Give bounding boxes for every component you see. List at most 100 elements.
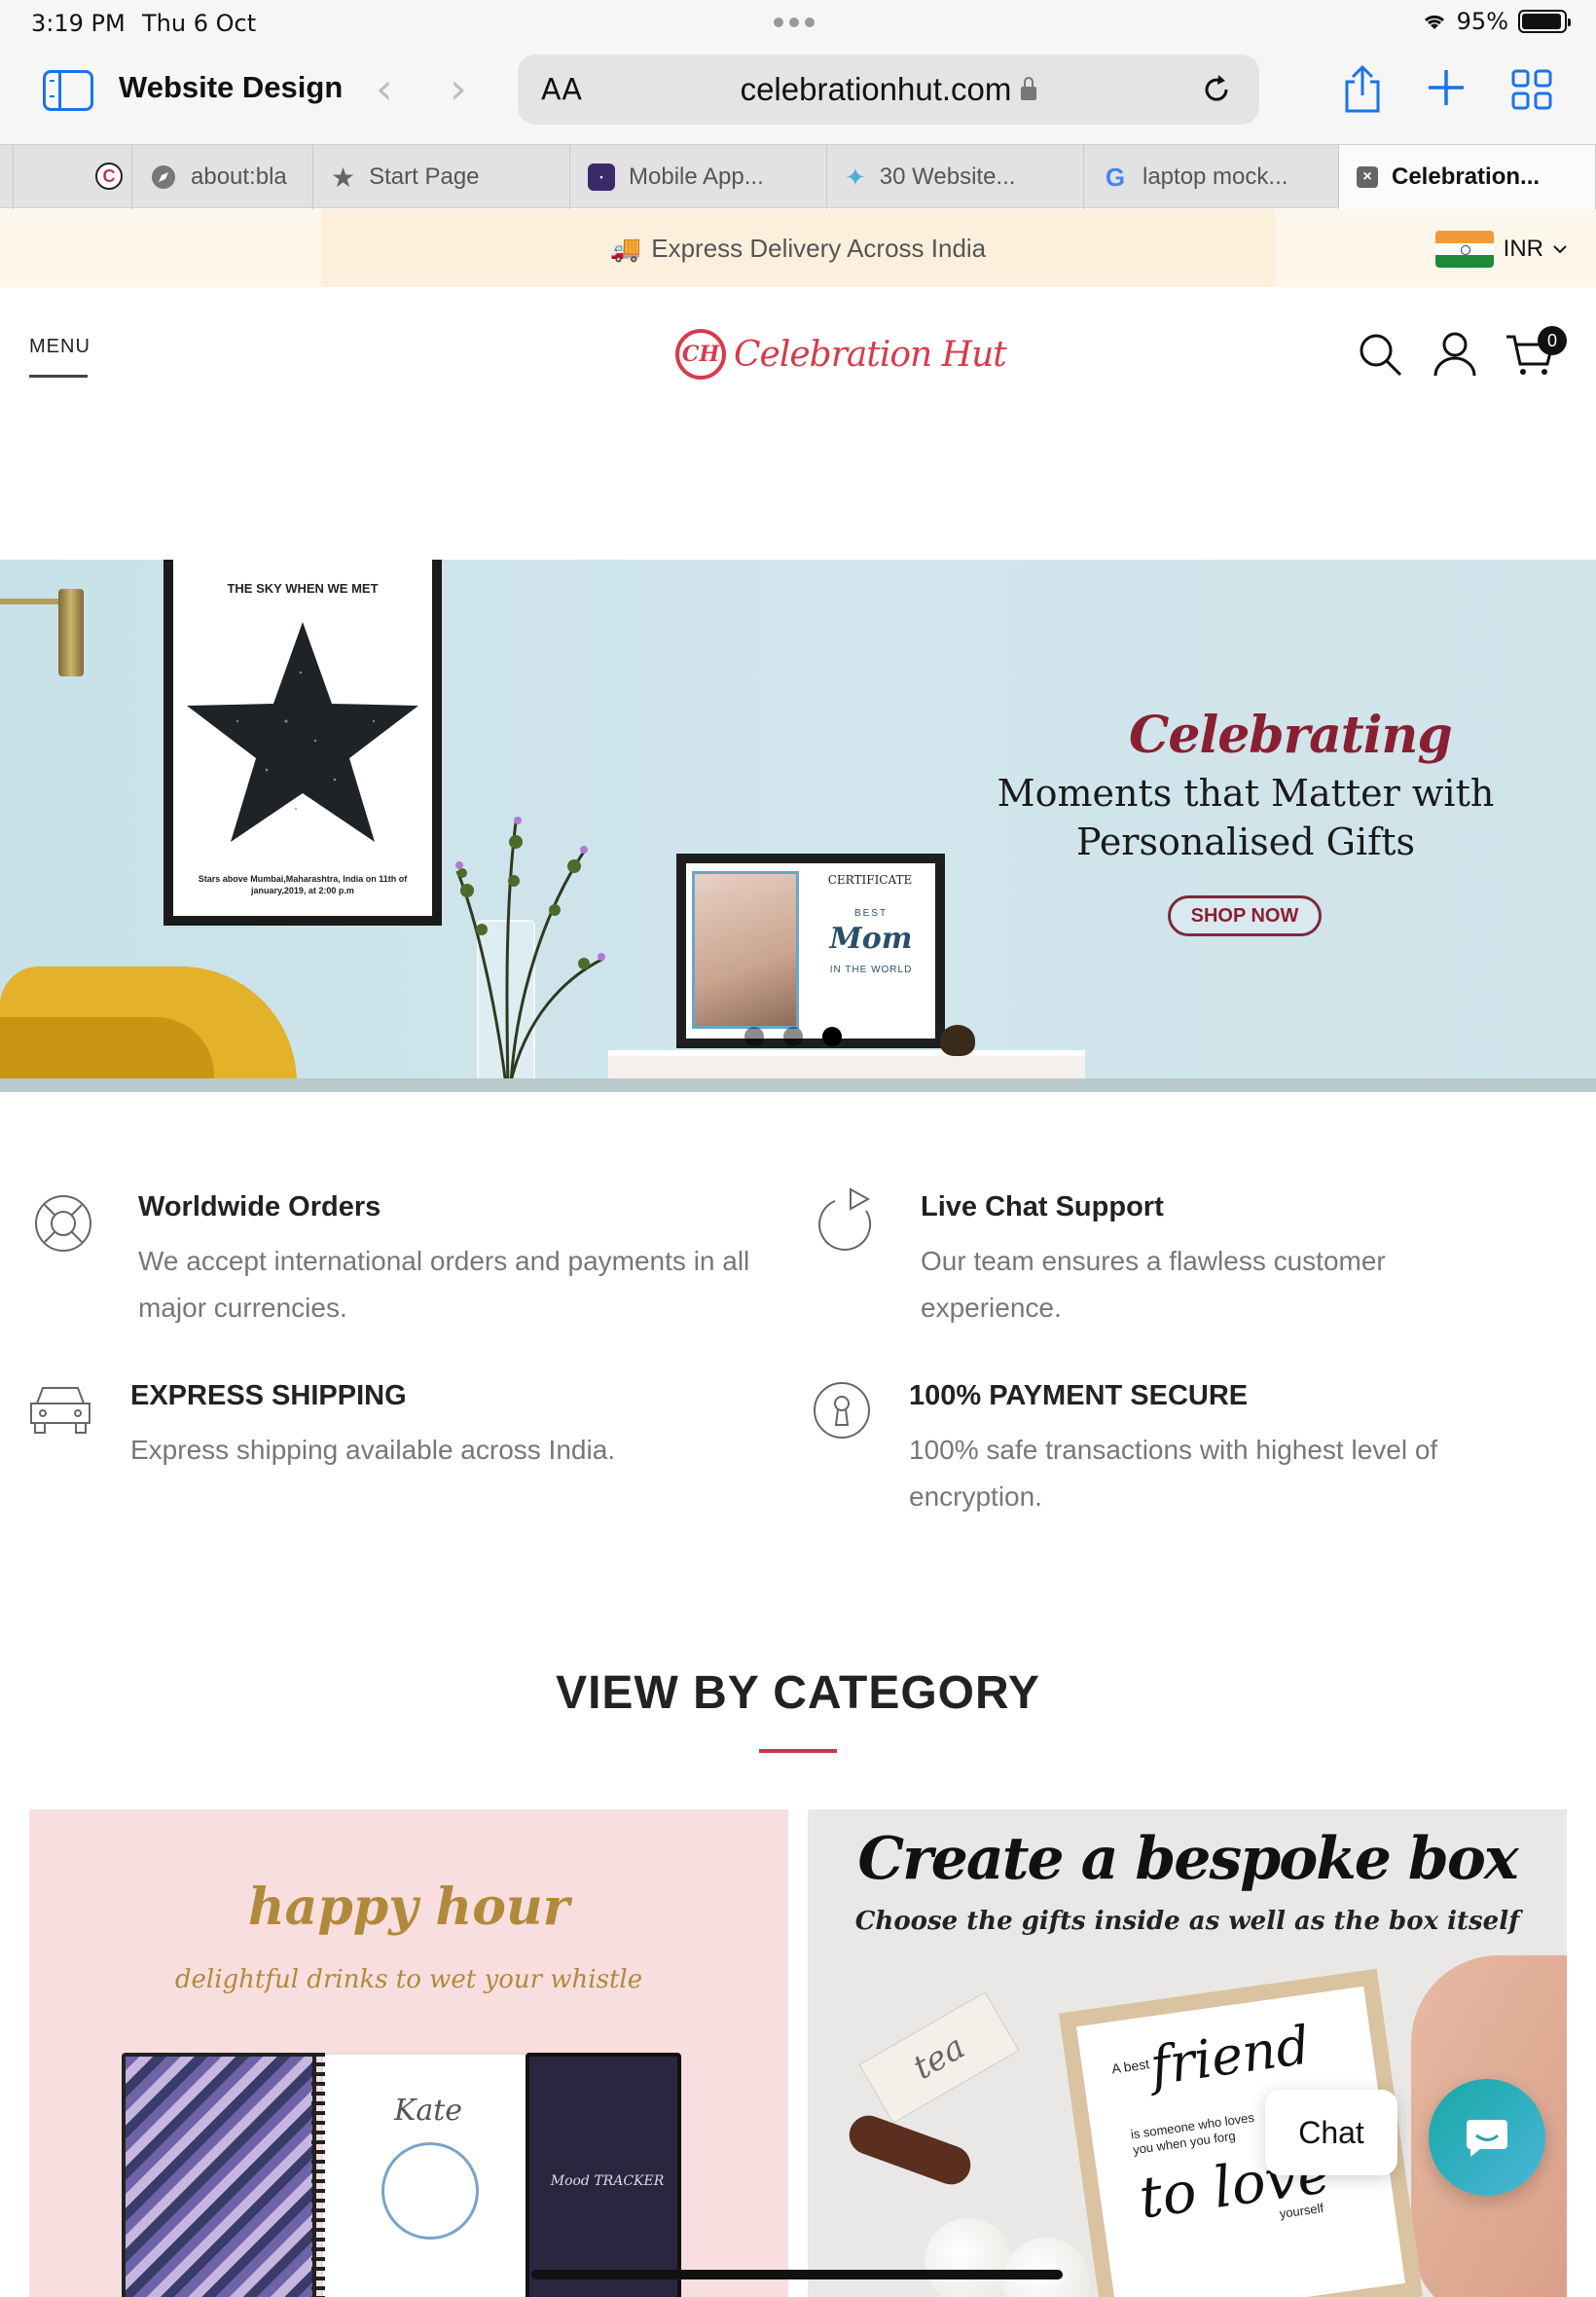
- multitasking-dots-icon[interactable]: [774, 18, 815, 27]
- chat-button[interactable]: [1429, 2079, 1545, 2196]
- lamp-decoration: [0, 599, 58, 604]
- cotton-decoration: [1002, 2238, 1090, 2297]
- tab-celebration-active[interactable]: × Celebration...: [1339, 145, 1596, 209]
- url-text: celebrationhut.com: [740, 71, 1012, 107]
- menu-button[interactable]: MENU: [29, 336, 91, 358]
- feature-description: Express shipping available across India.: [130, 1435, 616, 1465]
- refresh-arrow-icon: [818, 1187, 871, 1251]
- status-time: 3:19 PM: [31, 10, 126, 37]
- feature-description: 100% safe transactions with highest leve…: [909, 1435, 1438, 1512]
- compass-icon: [152, 165, 175, 189]
- google-favicon-icon: G: [1105, 162, 1126, 192]
- pinecone-decoration: [940, 1025, 975, 1056]
- carousel-dot-active[interactable]: [822, 1027, 842, 1046]
- notebook-tracker: Mood TRACKER: [550, 2173, 665, 2189]
- cotton-decoration: [925, 2218, 1012, 2297]
- tab-label: about:bla: [191, 164, 287, 190]
- ribbon-decoration: [844, 2109, 976, 2191]
- share-icon[interactable]: [1341, 64, 1384, 115]
- tab-start-page[interactable]: ★ Start Page: [313, 145, 570, 209]
- home-indicator[interactable]: [531, 2270, 1063, 2279]
- status-date: Thu 6 Oct: [142, 10, 257, 37]
- tab-edge: [0, 145, 14, 209]
- feature-description: Our team ensures a flawless customer exp…: [921, 1246, 1386, 1323]
- chat-bubble-icon: [1467, 2120, 1507, 2157]
- notebook-name: Kate: [393, 2094, 463, 2128]
- category-card-script: happy hour: [247, 1878, 570, 1937]
- tab-bar: C about:bla ★ Start Page ▪ Mobile App...…: [0, 144, 1596, 209]
- currency-code: INR: [1503, 236, 1543, 262]
- new-tab-icon[interactable]: [1427, 68, 1466, 107]
- category-card-bespoke-box[interactable]: Create a bespoke box Choose the gifts in…: [808, 1809, 1567, 2297]
- tab-about-blank[interactable]: about:bla: [132, 145, 313, 209]
- bird-icon: ✦: [845, 162, 866, 192]
- browser-toolbar: Website Design ‹ › AA celebrationhut.com: [0, 47, 1596, 144]
- certificate-mom: Mom: [829, 922, 913, 956]
- poster-title: THE SKY WHEN WE MET: [227, 581, 379, 596]
- certificate-best: BEST: [853, 908, 889, 919]
- feature-description: We accept international orders and payme…: [138, 1246, 750, 1323]
- star-map-poster: THE SKY WHEN WE MET Stars above Mumbai,M…: [163, 560, 442, 926]
- sidebar-icon[interactable]: [43, 70, 93, 111]
- tab-label: Celebration...: [1392, 164, 1541, 190]
- announcement-bar: 🚚 Express Delivery Across India INR: [0, 209, 1596, 287]
- hero-heading-line2: Personalised Gifts: [1075, 820, 1416, 863]
- announcement-text: Express Delivery Across India: [651, 233, 987, 263]
- certificate-heading: CERTIFICATE: [827, 873, 913, 887]
- category-card-subtitle: delightful drinks to wet your whistle: [174, 1965, 643, 1994]
- category-card-script: Create a bespoke box: [857, 1825, 1518, 1893]
- certificate-frame: CERTIFICATE BEST Mom IN THE WORLD: [676, 854, 945, 1048]
- site-logo[interactable]: CH Celebration Hut: [675, 329, 1007, 380]
- back-button[interactable]: ‹: [376, 68, 393, 111]
- dreamcatcher-icon: [381, 2142, 479, 2240]
- tea-tag: tea: [858, 1991, 1020, 2124]
- category-card-subtitle: Choose the gifts inside as well as the b…: [854, 1907, 1520, 1936]
- reload-icon[interactable]: [1199, 72, 1234, 107]
- lock-icon: [1021, 77, 1037, 100]
- close-tab-icon[interactable]: ×: [1357, 166, 1378, 188]
- frame-text: friend: [1146, 2014, 1314, 2097]
- truck-icon: 🚚: [609, 233, 642, 263]
- certificate-world: IN THE WORLD: [829, 965, 913, 975]
- hero-banner[interactable]: THE SKY WHEN WE MET Stars above Mumbai,M…: [0, 560, 1596, 1092]
- category-card-happy-hour[interactable]: happy hour delightful drinks to wet your…: [29, 1809, 788, 2297]
- carousel-dot[interactable]: [783, 1027, 803, 1046]
- tabs-overview-icon[interactable]: [1510, 68, 1553, 111]
- status-right: 95%: [1422, 8, 1571, 35]
- frame-text: A best: [1110, 2056, 1151, 2077]
- tab-30-website[interactable]: ✦ 30 Website...: [827, 145, 1084, 209]
- feature-title: EXPRESS SHIPPING: [130, 1380, 407, 1411]
- lamp-decoration: [58, 589, 84, 676]
- keyhole-icon: [814, 1382, 870, 1439]
- notebook-image: Kate: [321, 2053, 535, 2297]
- certificate: CERTIFICATE BEST Mom IN THE WORLD: [686, 863, 935, 1039]
- battery-icon: [1518, 10, 1571, 33]
- account-icon[interactable]: [1433, 331, 1477, 378]
- notebook-image: [122, 2053, 316, 2297]
- menu-underline: [29, 375, 88, 378]
- hero-heading-line1: Moments that Matter with: [997, 772, 1495, 815]
- hero-script-heading: Celebrating: [1129, 706, 1453, 765]
- url-field[interactable]: celebrationhut.com: [518, 71, 1259, 108]
- status-bar: 3:19 PM Thu 6 Oct 95%: [0, 0, 1596, 47]
- address-bar[interactable]: AA celebrationhut.com: [518, 55, 1259, 125]
- tab-group-title[interactable]: Website Design: [119, 70, 343, 105]
- tab-laptop-mock[interactable]: G laptop mock...: [1084, 145, 1339, 209]
- poster-subtitle: Stars above Mumbai,Maharashtra, India on…: [198, 874, 408, 895]
- chat-label[interactable]: Chat: [1265, 2090, 1397, 2175]
- app-icon: ▪: [588, 164, 615, 191]
- shop-now-button[interactable]: SHOP NOW: [1168, 895, 1322, 936]
- tab-label: Start Page: [369, 164, 480, 190]
- tab-label: laptop mock...: [1143, 164, 1288, 190]
- feature-title: 100% PAYMENT SECURE: [909, 1380, 1249, 1411]
- tab-celebration-pinned[interactable]: C: [14, 145, 132, 209]
- forward-button[interactable]: ›: [450, 68, 467, 111]
- carousel-dot[interactable]: [744, 1027, 764, 1046]
- tab-mobile-app[interactable]: ▪ Mobile App...: [570, 145, 827, 209]
- category-heading-underline: [759, 1749, 837, 1753]
- currency-selector[interactable]: INR: [1434, 231, 1567, 268]
- feature-title: Worldwide Orders: [138, 1191, 381, 1222]
- carousel-dots: [744, 1027, 842, 1046]
- battery-percent: 95%: [1456, 8, 1508, 35]
- search-icon[interactable]: [1357, 331, 1403, 378]
